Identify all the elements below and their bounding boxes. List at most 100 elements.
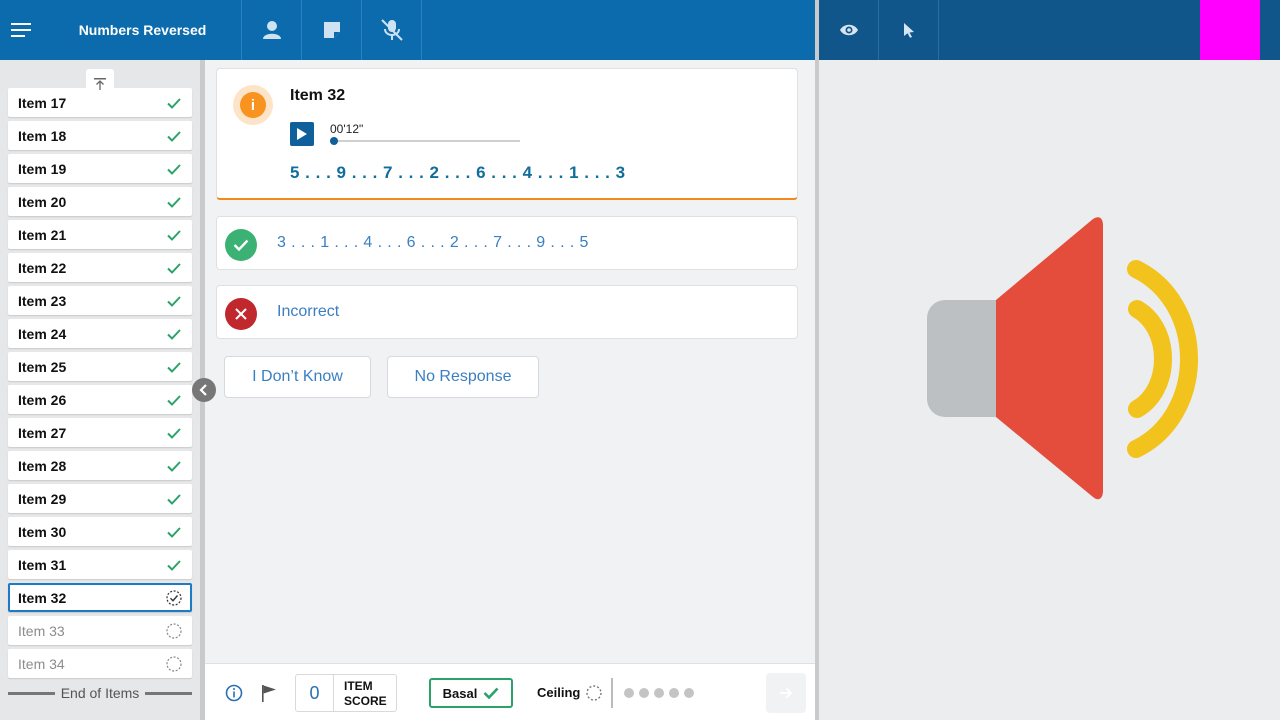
sidebar-item[interactable]: Item 24 xyxy=(8,319,192,348)
incorrect-response-text: Incorrect xyxy=(277,303,340,320)
sidebar-item[interactable]: Item 23 xyxy=(8,286,192,315)
sidebar-item-label: Item 26 xyxy=(18,391,67,408)
sidebar-item-label: Item 33 xyxy=(18,622,65,639)
check-icon xyxy=(167,526,181,538)
separator xyxy=(611,678,613,708)
sidebar-item[interactable]: Item 28 xyxy=(8,451,192,480)
check-icon xyxy=(167,130,181,142)
progress-dot xyxy=(669,688,679,698)
sidebar-item[interactable]: Item 26 xyxy=(8,385,192,414)
sidebar-item-label: Item 27 xyxy=(18,424,67,441)
in-progress-check-icon xyxy=(166,589,182,606)
ceiling-label: Ceiling xyxy=(537,685,581,700)
sidebar-item[interactable]: Item 29 xyxy=(8,484,192,513)
sidebar-item-label: Item 19 xyxy=(18,160,67,177)
check-icon xyxy=(167,295,181,307)
notes-button[interactable] xyxy=(302,0,362,60)
sidebar-item-label: Item 22 xyxy=(18,259,67,276)
audio-progress-handle[interactable] xyxy=(330,137,338,145)
sidebar-item-label: Item 21 xyxy=(18,226,67,243)
pointer-button[interactable] xyxy=(879,0,939,60)
sidebar-item-label: Item 18 xyxy=(18,127,67,144)
examinee-view xyxy=(819,60,1280,720)
sidebar-item-label: Item 25 xyxy=(18,358,67,375)
check-circle-icon xyxy=(225,229,257,261)
eye-icon xyxy=(839,24,858,36)
sidebar-item[interactable]: Item 19 xyxy=(8,154,192,183)
info-button[interactable] xyxy=(224,683,244,703)
check-icon xyxy=(167,394,181,406)
sidebar-item[interactable]: Item 33 xyxy=(8,616,192,645)
play-audio-button[interactable] xyxy=(290,122,314,146)
examinee-toolbar xyxy=(819,0,1280,60)
item-info-badge[interactable]: i xyxy=(233,85,273,125)
sidebar-item-label: Item 17 xyxy=(18,94,67,111)
flag-button[interactable] xyxy=(259,683,279,703)
sidebar-item[interactable]: Item 22 xyxy=(8,253,192,282)
notes-icon xyxy=(323,22,340,38)
ceiling-progress-dots xyxy=(624,688,694,698)
scoring-bar: 0 ITEM SCORE Basal Ceiling xyxy=(205,663,815,720)
sidebar-item-label: Item 28 xyxy=(18,457,67,474)
pending-icon xyxy=(166,622,182,639)
item-score-label-line1: ITEM xyxy=(344,679,373,693)
collapse-sidebar-button[interactable] xyxy=(192,378,216,402)
check-icon xyxy=(167,196,181,208)
ceiling-pending-icon xyxy=(586,685,602,701)
play-icon xyxy=(297,128,307,140)
item-score-value: 0 xyxy=(296,675,334,711)
sidebar-item[interactable]: Item 21 xyxy=(8,220,192,249)
item-list: Item 17 Item 18 Item 19 Item 20 Item 21 Item … xyxy=(8,88,192,682)
check-icon xyxy=(167,427,181,439)
check-icon xyxy=(167,163,181,175)
sidebar-item-label: Item 24 xyxy=(18,325,67,342)
correct-response-option[interactable]: 3 . . . 1 . . . 4 . . . 6 . . . 2 . . . … xyxy=(216,216,798,270)
stimulus-sequence: 5 . . . 9 . . . 7 . . . 2 . . . 6 . . . … xyxy=(290,163,626,182)
flag-icon xyxy=(262,685,276,702)
sidebar-item-label: Item 23 xyxy=(18,292,67,309)
close-circle-icon xyxy=(225,298,257,330)
user-icon xyxy=(262,21,281,39)
info-outline-icon xyxy=(225,684,243,702)
item-score: 0 ITEM SCORE xyxy=(295,674,397,712)
sidebar-item[interactable]: Item 30 xyxy=(8,517,192,546)
user-button[interactable] xyxy=(242,0,302,60)
menu-button[interactable] xyxy=(0,0,44,60)
incorrect-response-option[interactable]: Incorrect xyxy=(216,285,798,339)
sidebar-item[interactable]: Item 20 xyxy=(8,187,192,216)
arrow-up-to-top-icon xyxy=(94,78,106,90)
end-of-items: End of Items xyxy=(8,685,192,701)
microphone-toggle-button[interactable] xyxy=(362,0,422,60)
progress-dot xyxy=(654,688,664,698)
next-item-button[interactable] xyxy=(766,673,806,713)
speaker-icon xyxy=(927,217,1199,500)
dont-know-button[interactable]: I Don’t Know xyxy=(224,356,371,398)
sidebar-item[interactable]: Item 34 xyxy=(8,649,192,678)
check-icon xyxy=(167,559,181,571)
check-icon xyxy=(167,460,181,472)
divider-line xyxy=(145,691,192,695)
progress-dot xyxy=(639,688,649,698)
sidebar-item[interactable]: Item 32 xyxy=(8,583,192,612)
basal-status: Basal xyxy=(429,678,513,708)
check-icon xyxy=(483,687,499,699)
chevron-left-icon xyxy=(199,384,207,396)
progress-dot xyxy=(684,688,694,698)
menu-icon xyxy=(11,23,31,37)
sidebar-item-label: Item 29 xyxy=(18,490,67,507)
sidebar-item[interactable]: Item 18 xyxy=(8,121,192,150)
pointer-icon xyxy=(903,23,914,38)
check-icon xyxy=(167,229,181,241)
audio-timer: 00'12" xyxy=(330,122,364,136)
preview-button[interactable] xyxy=(819,0,879,60)
pending-icon xyxy=(166,655,182,672)
sidebar-item[interactable]: Item 27 xyxy=(8,418,192,447)
no-response-button[interactable]: No Response xyxy=(387,356,539,398)
sidebar-item-label: Item 32 xyxy=(18,589,67,606)
scroll-to-top-button[interactable] xyxy=(86,69,114,99)
check-icon xyxy=(167,328,181,340)
sidebar-item[interactable]: Item 31 xyxy=(8,550,192,579)
sidebar-item[interactable]: Item 25 xyxy=(8,352,192,381)
audio-progress-slider[interactable] xyxy=(330,137,520,145)
test-title: Numbers Reversed xyxy=(44,0,242,60)
